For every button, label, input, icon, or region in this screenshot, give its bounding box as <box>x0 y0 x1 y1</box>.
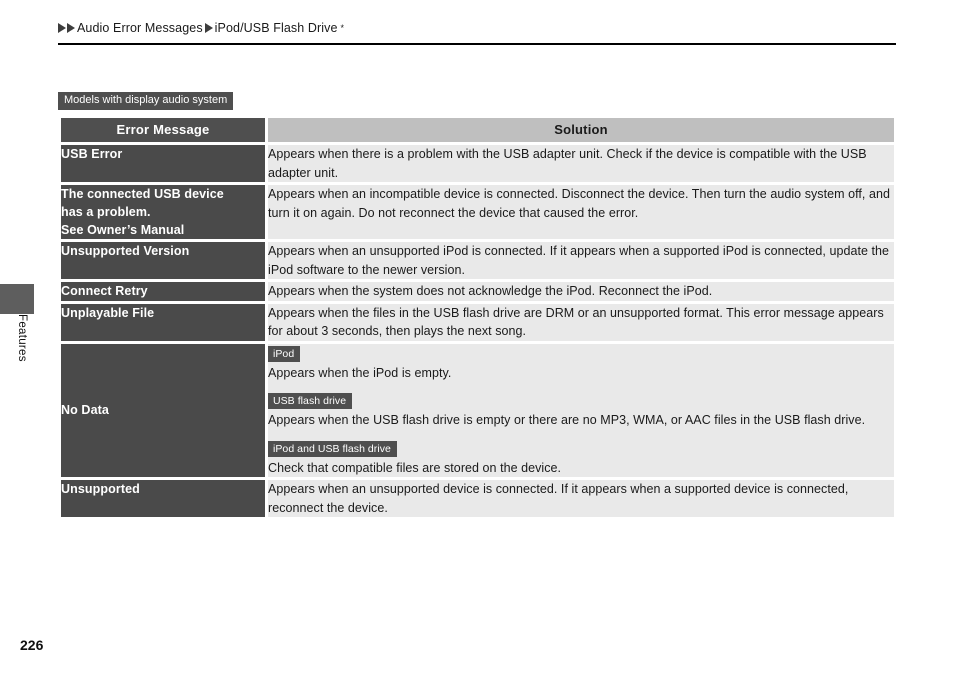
table-row: Connect Retry Appears when the system do… <box>61 282 894 301</box>
device-badge-usb-flash-drive: USB flash drive <box>268 393 353 409</box>
solution-block: iPod and USB flash drive Check that comp… <box>268 439 894 478</box>
breadcrumb-arrow-icon <box>67 23 75 33</box>
solution-block: USB flash drive Appears when the USB fla… <box>268 391 894 430</box>
solution-cell: Appears when an unsupported device is co… <box>268 480 894 517</box>
error-message-cell: Unsupported Version <box>61 242 265 279</box>
error-message-line: has a problem. <box>61 205 151 219</box>
solution-cell: Appears when there is a problem with the… <box>268 145 894 182</box>
breadcrumb-footnote-asterisk: * <box>340 23 345 33</box>
section-tab-label-features: Features <box>16 314 28 362</box>
device-badge-ipod-and-usb-flash-drive: iPod and USB flash drive <box>268 440 397 457</box>
breadcrumb: Audio Error Messages iPod/USB Flash Driv… <box>58 18 896 38</box>
solution-cell: Appears when the system does not acknowl… <box>268 282 894 301</box>
solution-cell: Appears when the files in the USB flash … <box>268 303 894 341</box>
table-row: Unplayable File Appears when the files i… <box>61 303 894 341</box>
solution-text: Appears when the iPod is empty. <box>268 365 452 380</box>
section-tab-marker <box>0 284 34 314</box>
breadcrumb-divider <box>58 43 896 45</box>
table-row: Unsupported Version Appears when an unsu… <box>61 242 894 279</box>
table-row: The connected USB device has a problem. … <box>61 185 894 239</box>
solution-text: Appears when the USB flash drive is empt… <box>268 413 866 427</box>
solution-block: iPod Appears when the iPod is empty. <box>268 344 894 383</box>
breadcrumb-item-ipod-usb-flash-drive[interactable]: iPod/USB Flash Drive <box>215 21 338 35</box>
error-message-line: The connected USB device <box>61 187 224 201</box>
error-messages-table: Error Message Solution USB Error Appears… <box>58 115 897 520</box>
error-message-cell: Connect Retry <box>61 282 265 301</box>
table-row: No Data iPod Appears when the iPod is em… <box>61 343 894 478</box>
error-message-cell: Unplayable File <box>61 303 265 341</box>
table-row: Unsupported Appears when an unsupported … <box>61 480 894 517</box>
page-number: 226 <box>20 637 44 653</box>
table-header-row: Error Message Solution <box>61 118 894 142</box>
breadcrumb-arrow-icon <box>204 23 213 33</box>
error-message-cell: The connected USB device has a problem. … <box>61 185 265 239</box>
device-badge-ipod: iPod <box>268 345 301 362</box>
solution-text: Check that compatible files are stored o… <box>268 460 562 475</box>
models-applicability-badge: Models with display audio system <box>58 92 234 110</box>
table-row: USB Error Appears when there is a proble… <box>61 145 894 182</box>
solution-cell: Appears when an unsupported iPod is conn… <box>268 242 894 279</box>
breadcrumb-arrow-icon <box>58 23 66 33</box>
error-message-cell: Unsupported <box>61 480 265 517</box>
error-message-cell: No Data <box>61 343 265 477</box>
error-message-cell: USB Error <box>61 145 265 182</box>
breadcrumb-item-audio-error-messages[interactable]: Audio Error Messages <box>77 21 203 35</box>
solution-cell: Appears when an incompatible device is c… <box>268 185 894 239</box>
error-message-line: See Owner’s Manual <box>61 223 185 237</box>
solution-cell: iPod Appears when the iPod is empty. USB… <box>268 343 894 478</box>
column-header-solution: Solution <box>268 118 894 142</box>
column-header-error-message: Error Message <box>61 118 265 142</box>
